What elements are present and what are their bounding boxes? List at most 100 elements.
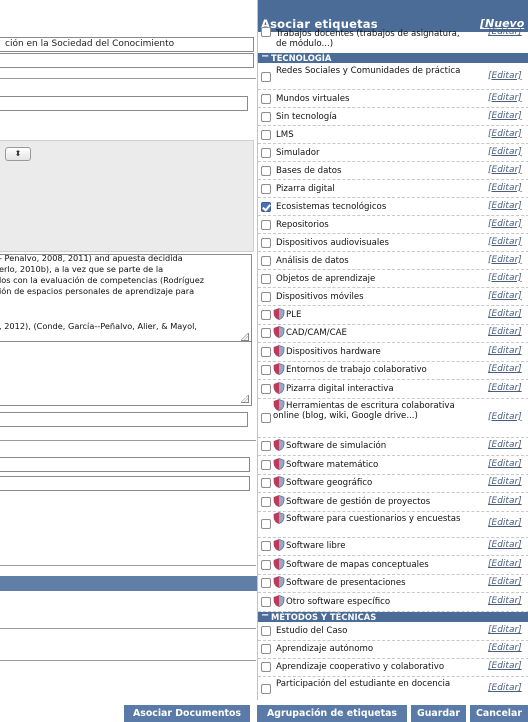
tag-row[interactable]: Software de mapas conceptuales [Editar] [258,556,528,574]
category-header[interactable]: − MÉTODOS Y TÉCNICAS [258,610,528,622]
tag-row[interactable]: Redes Sociales y Comunidades de práctica… [258,64,528,89]
tag-row[interactable]: Objetos de aprendizaje [Editar] [258,270,528,287]
minus-icon[interactable]: − [261,610,269,621]
tag-row[interactable]: LMS [Editar] [258,126,528,143]
tag-row[interactable]: Software para cuestionarios y encuestas [… [258,511,528,537]
edit-tag-link[interactable]: [Editar] [488,327,522,337]
tag-checkbox[interactable] [261,626,271,636]
edit-tag-link[interactable]: [Editar] [488,183,522,193]
tag-row[interactable]: Participación del estudiante en docencia… [258,677,528,701]
tag-row[interactable]: Repositorios [Editar] [258,216,528,233]
edit-tag-link[interactable]: [Editar] [488,643,522,653]
tag-checkbox[interactable] [261,27,271,37]
subtitle-input[interactable] [0,53,254,68]
edit-tag-link[interactable]: [Editar] [488,255,522,265]
tag-row[interactable]: Software libre [Editar] [258,538,528,556]
type-select[interactable]: ⬍ [5,147,31,161]
tag-checkbox[interactable] [261,644,271,654]
tag-row[interactable]: Sin tecnología [Editar] [258,108,528,125]
tag-checkbox[interactable] [261,219,271,230]
edit-tag-link[interactable]: [Editar] [488,111,522,121]
edit-tag-link[interactable]: [Editar] [488,412,522,422]
edit-tag-link[interactable]: [Editar] [488,383,522,393]
tag-row[interactable]: Trabajos docentes (trabajos de asignatur… [258,27,528,52]
tag-row[interactable]: Estudio del Caso [Editar] [258,623,528,640]
tag-checkbox[interactable] [261,478,271,489]
tag-checkbox[interactable] [261,309,271,320]
save-button[interactable]: Guardar [411,705,466,722]
edit-tag-link[interactable]: [Editar] [488,364,522,374]
tag-checkbox[interactable] [261,346,271,357]
edit-tag-link[interactable]: [Editar] [488,27,522,37]
tag-row[interactable]: Aprendizaje cooperativo y colaborativo [E… [258,659,528,676]
edit-tag-link[interactable]: [Editar] [488,577,522,587]
tag-checkbox[interactable] [261,662,271,672]
edit-tag-link[interactable]: [Editar] [488,596,522,606]
tag-row[interactable]: Mundos virtuales [Editar] [258,90,528,107]
tag-row[interactable]: Entornos de trabajo colaborativo [Editar] [258,362,528,380]
tag-checkbox[interactable] [261,441,271,452]
tag-row[interactable]: Pizarra digital [Editar] [258,180,528,197]
tag-row[interactable]: Pizarra digital interactiva [Editar] [258,380,528,398]
edit-tag-link[interactable]: [Editar] [488,309,522,319]
tag-checkbox[interactable] [261,111,271,122]
edit-tag-link[interactable]: [Editar] [488,129,522,139]
tag-row[interactable]: Simulador [Editar] [258,144,528,161]
tag-row[interactable]: PLE [Editar] [258,306,528,324]
tag-checkbox[interactable] [261,383,271,394]
edit-tag-link[interactable]: [Editar] [488,346,522,356]
associate-documents-button[interactable]: Asociar Documentos [124,705,250,722]
tag-checkbox[interactable] [261,578,271,589]
tag-row[interactable]: Herramientas de escritura colaborativa o… [258,398,528,437]
tag-row[interactable]: Dispositivos audiovisuales [Editar] [258,234,528,251]
title-input[interactable]: ción en la Sociedad del Conocimiento [0,37,254,52]
edit-tag-link[interactable]: [Editar] [488,459,522,469]
tag-checkbox[interactable] [261,165,271,176]
tag-row[interactable]: Ecosistemas tecnológicos [Editar] [258,198,528,215]
edit-tag-link[interactable]: [Editar] [488,93,522,103]
tag-row[interactable]: Software geográfico [Editar] [258,475,528,493]
tag-checkbox[interactable] [261,365,271,376]
field-input-3[interactable] [0,476,250,491]
edit-tag-link[interactable]: [Editar] [488,518,522,528]
tag-checkbox[interactable] [261,496,271,507]
tag-checkbox[interactable] [261,328,271,339]
keywords-input[interactable] [0,96,248,111]
edit-tag-link[interactable]: [Editar] [488,201,522,211]
tag-checkbox[interactable] [261,684,271,694]
tag-row[interactable]: Software matemático [Editar] [258,456,528,474]
tag-row[interactable]: CAD/CAM/CAE [Editar] [258,325,528,343]
edit-tag-link[interactable]: [Editar] [488,683,522,693]
tag-row[interactable]: Software de gestión de proyectos [Editar] [258,493,528,511]
objectives-textarea[interactable] [0,341,252,406]
edit-tag-link[interactable]: [Editar] [488,540,522,550]
category-header[interactable]: − TECNOLOGÍA [258,52,528,63]
edit-tag-link[interactable]: [Editar] [488,165,522,175]
cancel-button[interactable]: Cancelar [470,705,528,722]
tag-checkbox[interactable] [261,596,271,607]
resize-grip-icon[interactable] [241,333,249,341]
edit-tag-link[interactable]: [Editar] [488,625,522,635]
tag-row[interactable]: Otro software específico [Editar] [258,593,528,611]
group-tags-button[interactable]: Agrupación de etiquetas [257,705,407,722]
edit-tag-link[interactable]: [Editar] [488,147,522,157]
edit-tag-link[interactable]: [Editar] [488,219,522,229]
tag-checkbox[interactable] [261,519,271,529]
edit-tag-link[interactable]: [Editar] [488,661,522,671]
description-textarea[interactable]: - Penalvo, 2008, 2011) and apuesta decid… [0,253,252,344]
minus-icon[interactable]: − [261,52,269,62]
tag-checkbox[interactable] [261,459,271,470]
tag-row[interactable]: Software de simulación [Editar] [258,438,528,456]
tag-row[interactable]: Dispositivos hardware [Editar] [258,343,528,361]
tag-row[interactable]: Software de presentaciones [Editar] [258,575,528,593]
edit-tag-link[interactable]: [Editar] [488,237,522,247]
tag-checkbox[interactable] [261,147,271,158]
tag-checkbox[interactable] [261,559,271,570]
tag-checkbox[interactable] [261,255,271,266]
tag-checkbox[interactable] [261,412,271,423]
edit-tag-link[interactable]: [Editar] [488,440,522,450]
resize-grip-icon[interactable] [241,395,249,403]
tag-row[interactable]: Dispositivos móviles [Editar] [258,288,528,305]
tag-checkbox[interactable] [261,291,271,302]
tag-checkbox[interactable] [261,237,271,248]
